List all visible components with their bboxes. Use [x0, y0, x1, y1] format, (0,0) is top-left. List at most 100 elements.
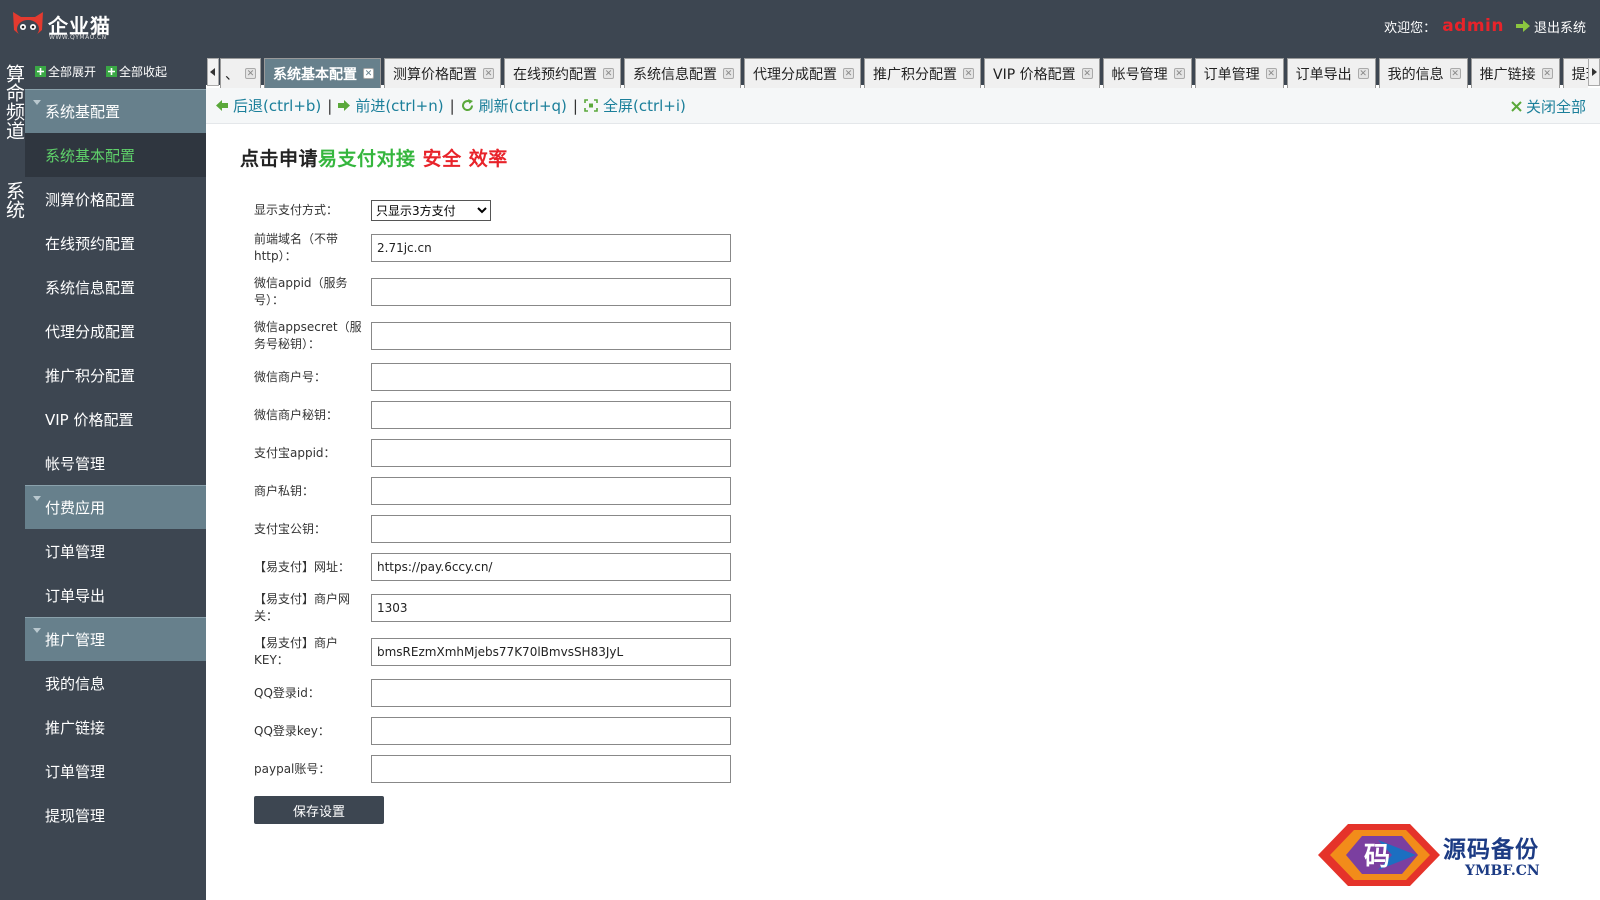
tab-label: VIP 价格配置	[993, 66, 1076, 83]
wechat-appsecret-input[interactable]	[371, 322, 731, 350]
close-icon[interactable]: ✕	[1449, 68, 1461, 79]
close-icon[interactable]: ✕	[723, 68, 734, 79]
config-form: 显示支付方式： 只显示3方支付 前端域名（不带http）： 微信appid（服务…	[254, 200, 734, 824]
tab-booking-config[interactable]: 在线预约配置 ✕	[504, 58, 621, 88]
close-icon[interactable]: ✕	[603, 68, 614, 79]
tab-order-export[interactable]: 订单导出 ✕	[1286, 58, 1376, 88]
close-all-label: 关闭全部	[1525, 98, 1586, 116]
sidebar-group-promotion[interactable]: 推广管理	[25, 617, 206, 661]
tab-withdrawals[interactable]: 提现管理✕	[1562, 58, 1588, 88]
close-icon[interactable]: ✕	[963, 68, 974, 79]
refresh-button[interactable]: 刷新(ctrl+q)	[461, 95, 567, 116]
sidebar-item-label: 订单管理	[45, 542, 106, 561]
channel-fortune[interactable]: 算命频道	[0, 64, 25, 140]
field-label: 支付宝appid：	[254, 445, 336, 460]
tab-promo-link[interactable]: 推广链接 ✕	[1470, 58, 1560, 88]
epay-url-input[interactable]	[371, 553, 731, 581]
close-icon[interactable]: ✕	[245, 68, 256, 79]
domain-input[interactable]	[371, 234, 731, 262]
close-icon[interactable]: ✕	[483, 68, 494, 79]
close-all-button[interactable]: 关闭全部	[1511, 96, 1586, 117]
field-label: QQ登录id：	[254, 685, 320, 700]
tab-my-info[interactable]: 我的信息 ✕	[1378, 58, 1468, 88]
collapse-all-button[interactable]: 全部收起	[106, 63, 167, 80]
sidebar-item-orders[interactable]: 订单管理	[25, 529, 206, 573]
back-button[interactable]: 后退(ctrl+b)	[216, 95, 321, 116]
sidebar-item-agent-config[interactable]: 代理分成配置	[25, 309, 206, 353]
tab-basic-config[interactable]: 系统基本配置 ✕	[264, 58, 381, 88]
tab-points-config[interactable]: 推广积分配置 ✕	[864, 58, 981, 88]
field-label: 【易支付】网址：	[254, 559, 351, 574]
pay-mode-label: 显示支付方式：	[254, 203, 339, 217]
triangle-down-icon	[33, 628, 41, 633]
sidebar-item-booking-config[interactable]: 在线预约配置	[25, 221, 206, 265]
sidebar-group-system[interactable]: 系统基配置	[25, 89, 206, 133]
close-icon[interactable]: ✕	[843, 68, 854, 79]
wechat-appid-input[interactable]	[371, 278, 731, 306]
cat-logo-icon	[13, 12, 43, 38]
paypal-account-input[interactable]	[371, 755, 731, 783]
wechat-merchant-id-input[interactable]	[371, 363, 731, 391]
close-icon[interactable]: ✕	[1541, 68, 1553, 79]
qq-login-key-input[interactable]	[371, 717, 731, 745]
field-label: paypal账号：	[254, 761, 331, 776]
logout-button[interactable]: 退出系统	[1515, 17, 1586, 36]
sidebar-item-my-info[interactable]: 我的信息	[25, 661, 206, 705]
save-settings-button[interactable]: 保存设置	[254, 796, 384, 824]
tab-partial[interactable]: 、 ✕	[220, 58, 261, 88]
forward-label: 前进(ctrl+n)	[355, 97, 444, 115]
close-icon[interactable]: ✕	[363, 68, 374, 79]
merchant-private-key-input[interactable]	[371, 477, 731, 505]
main-content: 点击申请易支付对接 安全 效率 显示支付方式： 只显示3方支付 前端域名（不带h…	[206, 124, 1600, 900]
tab-scroll-right[interactable]	[1588, 58, 1600, 86]
sidebar-item-price-config[interactable]: 测算价格配置	[25, 177, 206, 221]
forward-button[interactable]: 前进(ctrl+n)	[338, 95, 444, 116]
sidebar-item-order-export[interactable]: 订单导出	[25, 573, 206, 617]
welcome-label: 欢迎您：	[1384, 20, 1437, 36]
tab-vip-config[interactable]: VIP 价格配置 ✕	[984, 58, 1100, 88]
epay-key-input[interactable]	[371, 638, 731, 666]
watermark-cn: 源码备份	[1443, 836, 1539, 863]
pay-mode-select[interactable]: 只显示3方支付	[371, 200, 491, 221]
sidebar-item-points-config[interactable]: 推广积分配置	[25, 353, 206, 397]
alipay-appid-input[interactable]	[371, 439, 731, 467]
field-label: 微信appid（服务号）：	[254, 276, 348, 307]
sidebar-item-info-config[interactable]: 系统信息配置	[25, 265, 206, 309]
close-icon[interactable]: ✕	[1173, 68, 1185, 79]
nav-toolbar: 后退(ctrl+b) | 前进(ctrl+n) | 刷新(ctrl+q) | 全…	[206, 88, 1600, 124]
sidebar-item-basic-config[interactable]: 系统基本配置	[25, 133, 206, 177]
sidebar-item-accounts[interactable]: 帐号管理	[25, 441, 206, 485]
tab-label: 系统信息配置	[633, 66, 717, 83]
wechat-merchant-key-input[interactable]	[371, 401, 731, 429]
tab-label: 在线预约配置	[513, 66, 597, 83]
tab-accounts[interactable]: 帐号管理 ✕	[1102, 58, 1192, 88]
sidebar-item-label: 代理分成配置	[45, 322, 136, 341]
tab-info-config[interactable]: 系统信息配置 ✕	[624, 58, 741, 88]
tab-label: 提现管理	[1571, 66, 1588, 83]
channel-system[interactable]: 系统	[0, 181, 25, 219]
sidebar-item-promo-orders[interactable]: 订单管理	[25, 749, 206, 793]
qq-login-id-input[interactable]	[371, 679, 731, 707]
tab-price-config[interactable]: 测算价格配置 ✕	[384, 58, 501, 88]
watermark-glyph: 码	[1364, 842, 1390, 872]
sidebar-item-vip-config[interactable]: VIP 价格配置	[25, 397, 206, 441]
logo[interactable]: 企业猫 WWW.QYMAO.CN	[10, 8, 150, 46]
fullscreen-button[interactable]: 全屏(ctrl+i)	[584, 95, 686, 116]
tab-scroll-left[interactable]	[207, 58, 219, 86]
tab-label: 我的信息	[1387, 66, 1444, 83]
username[interactable]: admin	[1442, 16, 1504, 36]
sidebar-item-promo-link[interactable]: 推广链接	[25, 705, 206, 749]
close-icon[interactable]: ✕	[1265, 68, 1277, 79]
alipay-public-key-input[interactable]	[371, 515, 731, 543]
close-icon[interactable]: ✕	[1357, 68, 1369, 79]
sidebar-item-withdrawals[interactable]: 提现管理	[25, 793, 206, 837]
expand-all-button[interactable]: 全部展开	[35, 63, 96, 80]
close-icon[interactable]: ✕	[1081, 68, 1093, 79]
tab-orders[interactable]: 订单管理 ✕	[1194, 58, 1284, 88]
tab-agent-config[interactable]: 代理分成配置 ✕	[744, 58, 861, 88]
epay-gateway-input[interactable]	[371, 594, 731, 622]
arrow-left-icon	[216, 100, 228, 111]
sidebar-group-paid-apps[interactable]: 付费应用	[25, 485, 206, 529]
sidebar-item-label: 推广链接	[45, 718, 106, 737]
promo-headline[interactable]: 点击申请易支付对接 安全 效率	[240, 144, 508, 171]
